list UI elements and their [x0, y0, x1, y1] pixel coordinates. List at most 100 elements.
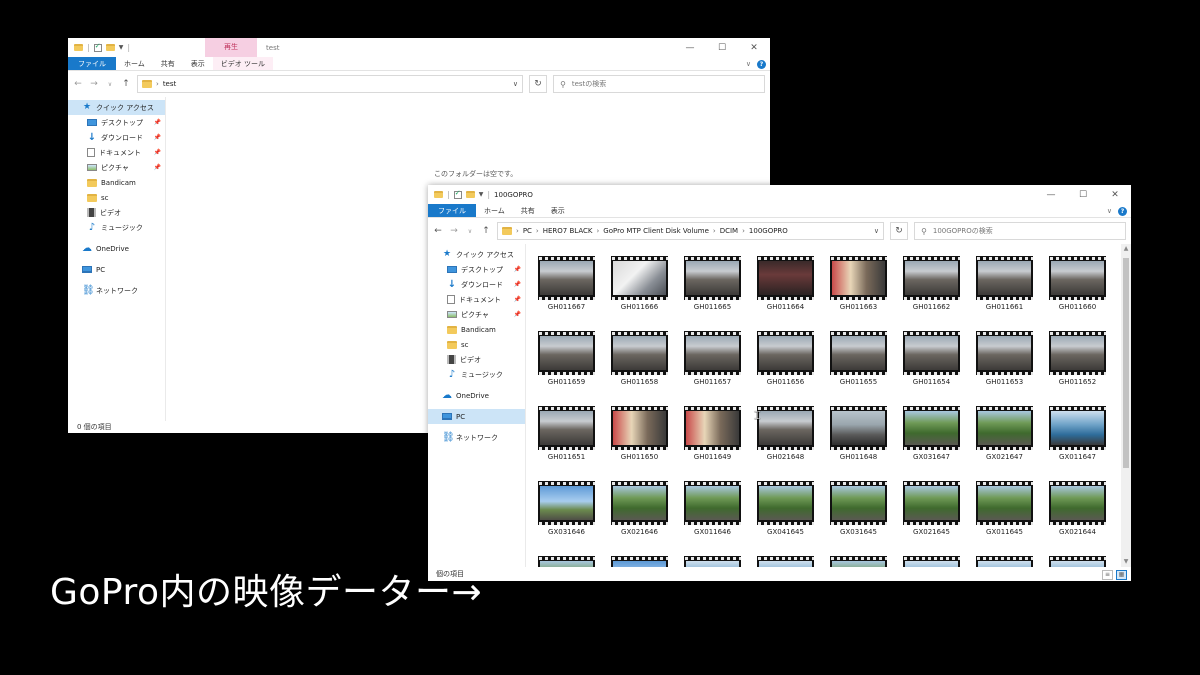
video-file-tile[interactable]: GX011645	[976, 481, 1033, 541]
sidebar-item-onedrive[interactable]: ☁ OneDrive	[68, 241, 165, 256]
help-icon[interactable]: ?	[757, 59, 766, 69]
tab-file[interactable]: ファイル	[68, 57, 116, 70]
refresh-button[interactable]: ↻	[890, 222, 908, 240]
video-file-tile[interactable]: GH011649	[684, 406, 741, 466]
sidebar-item-quick-access[interactable]: ★ クイック アクセス	[68, 100, 165, 115]
up-arrow-icon[interactable]: ↑	[121, 79, 131, 89]
maximize-button[interactable]: ☐	[706, 38, 738, 57]
tab-home[interactable]: ホーム	[116, 57, 153, 70]
sidebar-item-videos[interactable]: ビデオ	[68, 205, 165, 220]
breadcrumb-disk-volume[interactable]: GoPro MTP Client Disk Volume	[603, 227, 709, 235]
sidebar-item-pictures[interactable]: ピクチャ 📌	[428, 307, 525, 322]
video-file-tile[interactable]	[903, 556, 960, 567]
video-file-tile[interactable]	[976, 556, 1033, 567]
sidebar-item-network[interactable]: ⛓ ネットワーク	[68, 283, 165, 298]
breadcrumb-pc[interactable]: PC	[523, 227, 532, 235]
folder-icon[interactable]	[74, 44, 83, 51]
search-input[interactable]: ⚲ 100GOPROの検索	[914, 222, 1126, 240]
video-file-tile[interactable]	[757, 556, 814, 567]
close-button[interactable]: ✕	[1099, 185, 1131, 204]
video-file-tile[interactable]: GH011651	[538, 406, 595, 466]
address-bar[interactable]: › test ∨	[137, 75, 523, 93]
sidebar-item-pictures[interactable]: ピクチャ 📌	[68, 160, 165, 175]
address-bar[interactable]: › PC › HERO7 BLACK › GoPro MTP Client Di…	[497, 222, 884, 240]
back-arrow-icon[interactable]: ←	[73, 79, 83, 89]
video-file-tile[interactable]	[611, 556, 668, 567]
video-file-tile[interactable]: GH011657	[684, 331, 741, 391]
recent-dropdown-icon[interactable]: ∨	[465, 228, 475, 235]
chevron-right-icon[interactable]: ›	[713, 227, 716, 235]
video-file-tile[interactable]: GH011659	[538, 331, 595, 391]
video-file-tile[interactable]: GH011653	[976, 331, 1033, 391]
video-file-tile[interactable]	[1049, 556, 1106, 567]
chevron-right-icon[interactable]: ›	[536, 227, 539, 235]
sidebar-item-downloads[interactable]: ↓ ダウンロード 📌	[428, 277, 525, 292]
video-file-tile[interactable]	[684, 556, 741, 567]
title-bar[interactable]: | ▼ | 再生 test — ☐ ✕	[68, 38, 770, 57]
sidebar-item-quick-access[interactable]: ★ クイック アクセス	[428, 247, 525, 262]
breadcrumb-dcim[interactable]: DCIM	[720, 227, 738, 235]
new-folder-icon[interactable]	[105, 44, 115, 51]
video-file-tile[interactable]	[538, 556, 595, 567]
video-file-tile[interactable]: GH011662	[903, 256, 960, 316]
minimize-button[interactable]: —	[1035, 185, 1067, 204]
sidebar-item-bandicam[interactable]: Bandicam	[68, 175, 165, 190]
sidebar-item-music[interactable]: ♪ ミュージック	[68, 220, 165, 235]
close-button[interactable]: ✕	[738, 38, 770, 57]
refresh-button[interactable]: ↻	[529, 75, 547, 93]
video-file-tile[interactable]: GH011666	[611, 256, 668, 316]
sidebar-item-bandicam[interactable]: Bandicam	[428, 322, 525, 337]
video-file-tile[interactable]: GX011646	[684, 481, 741, 541]
search-input[interactable]: ⚲ testの検索	[553, 75, 765, 93]
scroll-down-icon[interactable]: ▼	[1121, 557, 1131, 567]
video-file-tile[interactable]: GH011660	[1049, 256, 1106, 316]
tab-file[interactable]: ファイル	[428, 204, 476, 217]
sidebar-item-sc[interactable]: sc	[428, 337, 525, 352]
navigation-pane[interactable]: ★ クイック アクセス デスクトップ 📌 ↓ ダウンロード 📌 ドキュメント 📌 ピクチャ…	[428, 244, 526, 567]
sidebar-item-pc[interactable]: PC	[68, 262, 165, 277]
chevron-right-icon[interactable]: ›	[156, 80, 159, 88]
tab-view[interactable]: 表示	[543, 204, 573, 217]
chevron-down-icon[interactable]: ∨	[513, 80, 518, 88]
sidebar-item-desktop[interactable]: デスクトップ 📌	[68, 115, 165, 130]
video-file-tile[interactable]: GH011648	[830, 406, 887, 466]
scrollbar-thumb[interactable]	[1123, 258, 1129, 468]
video-file-tile[interactable]: GH011667	[538, 256, 595, 316]
expand-ribbon-icon[interactable]: ∨	[1107, 207, 1112, 215]
breadcrumb-hero7-black[interactable]: HERO7 BLACK	[543, 227, 593, 235]
back-arrow-icon[interactable]: ←	[433, 226, 443, 236]
sidebar-item-documents[interactable]: ドキュメント 📌	[428, 292, 525, 307]
sidebar-item-videos[interactable]: ビデオ	[428, 352, 525, 367]
sidebar-item-onedrive[interactable]: ☁ OneDrive	[428, 388, 525, 403]
video-file-tile[interactable]: GH011654	[903, 331, 960, 391]
video-file-tile[interactable]: GX021645	[903, 481, 960, 541]
forward-arrow-icon[interactable]: →	[449, 226, 459, 236]
video-file-tile[interactable]: GX031645	[830, 481, 887, 541]
tab-view[interactable]: 表示	[183, 57, 213, 70]
breadcrumb-test[interactable]: test	[163, 80, 176, 88]
recent-dropdown-icon[interactable]: ∨	[105, 81, 115, 88]
video-file-tile[interactable]: GH011656	[757, 331, 814, 391]
sidebar-item-music[interactable]: ♪ ミュージック	[428, 367, 525, 382]
sidebar-item-pc[interactable]: PC	[428, 409, 525, 424]
video-file-tile[interactable]: GH021648	[757, 406, 814, 466]
video-file-tile[interactable]: GH011661	[976, 256, 1033, 316]
video-file-tile[interactable]: GX021646	[611, 481, 668, 541]
video-file-tile[interactable]	[830, 556, 887, 567]
chevron-right-icon[interactable]: ›	[742, 227, 745, 235]
folder-icon[interactable]	[434, 191, 443, 198]
chevron-down-icon[interactable]: ∨	[874, 227, 879, 235]
customize-toolbar-icon[interactable]: ▼	[119, 44, 124, 51]
video-file-tile[interactable]: GX041645	[757, 481, 814, 541]
tab-home[interactable]: ホーム	[476, 204, 513, 217]
scroll-up-icon[interactable]: ▲	[1121, 244, 1131, 254]
file-list-pane[interactable]: GH011667 GH011666 GH011665 GH011664 GH011663…	[526, 244, 1121, 567]
video-file-tile[interactable]: GH011665	[684, 256, 741, 316]
video-file-tile[interactable]: GX021647	[976, 406, 1033, 466]
help-icon[interactable]: ?	[1118, 206, 1127, 216]
chevron-right-icon[interactable]: ›	[596, 227, 599, 235]
forward-arrow-icon[interactable]: →	[89, 79, 99, 89]
video-file-tile[interactable]: GH011664	[757, 256, 814, 316]
breadcrumb-100gopro[interactable]: 100GOPRO	[749, 227, 788, 235]
chevron-right-icon[interactable]: ›	[516, 227, 519, 235]
